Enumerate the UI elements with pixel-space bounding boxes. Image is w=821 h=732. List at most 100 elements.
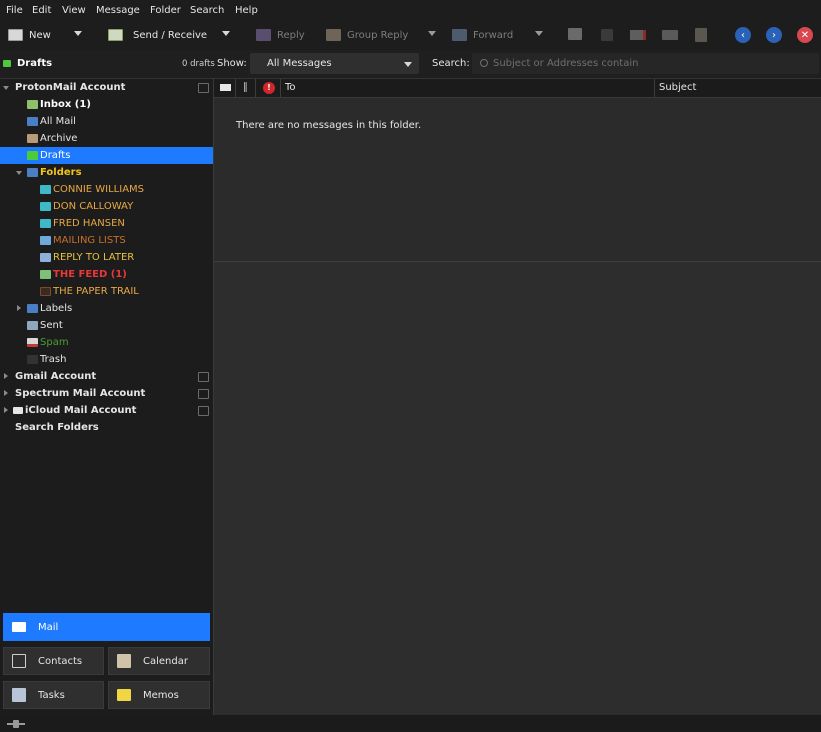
collapse-icon[interactable]: [3, 86, 9, 90]
expand-icon[interactable]: [4, 407, 8, 413]
folder-the-paper-trail[interactable]: THE PAPER TRAIL: [0, 283, 213, 300]
folder-labels[interactable]: Labels: [0, 300, 213, 317]
archive-icon: [27, 134, 38, 143]
account-protonmail[interactable]: ProtonMail Account: [0, 79, 213, 96]
nav-contacts-button[interactable]: Contacts: [3, 647, 104, 675]
folder-label: THE FEED (1): [53, 269, 127, 280]
menu-file[interactable]: File: [6, 5, 23, 16]
nav-calendar-button[interactable]: Calendar: [108, 647, 210, 675]
folder-all-mail[interactable]: All Mail: [0, 113, 213, 130]
empty-folder-message: There are no messages in this folder.: [236, 120, 422, 131]
new-dropdown-icon[interactable]: [74, 31, 82, 36]
account-gmail[interactable]: Gmail Account: [0, 368, 213, 385]
send-receive-label: Send / Receive: [133, 29, 208, 41]
send-receive-icon: [108, 29, 123, 41]
menu-folder[interactable]: Folder: [150, 5, 181, 16]
delete-icon[interactable]: [601, 29, 613, 41]
inbox-icon: [27, 100, 38, 109]
folder-trash[interactable]: Trash: [0, 351, 213, 368]
account-spectrum[interactable]: Spectrum Mail Account: [0, 385, 213, 402]
sent-icon: [27, 321, 38, 330]
menu-message[interactable]: Message: [96, 5, 140, 16]
collapse-icon[interactable]: [16, 171, 22, 175]
send-receive-dropdown-icon[interactable]: [222, 31, 230, 36]
print-icon[interactable]: [568, 28, 582, 40]
show-filter-select[interactable]: All Messages: [250, 53, 419, 74]
folder-the-feed[interactable]: THE FEED (1): [0, 266, 213, 283]
attachment-column-icon[interactable]: ∥: [243, 82, 248, 93]
forward-button[interactable]: Forward: [452, 22, 513, 48]
preview-pane[interactable]: [214, 261, 821, 716]
expand-icon[interactable]: [17, 305, 21, 311]
column-divider: [280, 79, 281, 97]
search-input[interactable]: Subject or Addresses contain: [472, 53, 819, 74]
folder-icon: [27, 168, 38, 177]
expand-icon[interactable]: [4, 390, 8, 396]
folder-drafts[interactable]: Drafts: [0, 147, 213, 164]
folder-fred-hansen[interactable]: FRED HANSEN: [0, 215, 213, 232]
drafts-icon: [3, 60, 11, 67]
account-label: ProtonMail Account: [15, 82, 126, 93]
trash-icon: [27, 355, 38, 364]
read-status-column-icon[interactable]: [220, 84, 231, 91]
account-status-icon: [198, 406, 209, 416]
junk-icon[interactable]: [630, 30, 646, 40]
reply-label: Reply: [277, 29, 305, 41]
forward-dropdown-icon[interactable]: [535, 31, 543, 36]
menubar: File Edit View Message Folder Search Hel…: [0, 0, 821, 22]
connection-plug-icon: [13, 720, 19, 728]
expand-icon[interactable]: [4, 373, 8, 379]
group-reply-button[interactable]: Group Reply: [326, 22, 408, 48]
account-label: Gmail Account: [15, 371, 97, 382]
nav-tasks-button[interactable]: Tasks: [3, 681, 104, 709]
contact-folder-icon: [40, 219, 51, 228]
new-button[interactable]: New: [8, 22, 51, 48]
account-label: Spectrum Mail Account: [15, 388, 146, 399]
folder-label: Drafts: [40, 150, 71, 161]
folder-reply-to-later[interactable]: REPLY TO LATER: [0, 249, 213, 266]
nav-mail-button[interactable]: Mail: [3, 613, 210, 641]
forward-label: Forward: [473, 29, 514, 41]
folder-spam[interactable]: Spam: [0, 334, 213, 351]
folder-sent[interactable]: Sent: [0, 317, 213, 334]
column-subject[interactable]: Subject: [659, 82, 696, 93]
drafts-icon: [27, 151, 38, 160]
forward-nav-icon[interactable]: ›: [766, 27, 782, 43]
account-label: iCloud Mail Account: [25, 405, 137, 416]
cancel-icon[interactable]: [695, 28, 707, 42]
stop-icon[interactable]: ✕: [797, 27, 813, 43]
folder-mailing-lists[interactable]: MAILING LISTS: [0, 232, 213, 249]
folder-archive[interactable]: Archive: [0, 130, 213, 147]
nav-label: Contacts: [38, 655, 83, 667]
back-icon[interactable]: ‹: [735, 27, 751, 43]
importance-column-icon[interactable]: !: [263, 82, 275, 94]
chevron-down-icon: [404, 62, 412, 67]
folder-inbox[interactable]: Inbox (1): [0, 96, 213, 113]
folder-label: Labels: [40, 303, 73, 314]
group-reply-dropdown-icon[interactable]: [428, 31, 436, 36]
nav-memos-button[interactable]: Memos: [108, 681, 210, 709]
folder-connie-williams[interactable]: CONNIE WILLIAMS: [0, 181, 213, 198]
send-receive-button[interactable]: Send / Receive: [108, 22, 207, 48]
account-icloud[interactable]: iCloud Mail Account: [0, 402, 213, 419]
tasks-icon: [12, 688, 26, 702]
mail-icon: [12, 622, 26, 632]
message-list[interactable]: There are no messages in this folder.: [214, 98, 821, 260]
menu-search[interactable]: Search: [190, 5, 224, 16]
nav-label: Memos: [143, 689, 179, 701]
menu-help[interactable]: Help: [235, 5, 258, 16]
contact-folder-icon: [40, 185, 51, 194]
folder-don-calloway[interactable]: DON CALLOWAY: [0, 198, 213, 215]
folder-folders[interactable]: Folders: [0, 164, 213, 181]
reply-button[interactable]: Reply: [256, 22, 305, 48]
menu-view[interactable]: View: [62, 5, 86, 16]
not-junk-icon[interactable]: [662, 30, 678, 40]
search-folders[interactable]: Search Folders: [0, 419, 213, 436]
message-list-header: ∥ ! To Subject: [214, 79, 821, 98]
mailing-list-icon: [40, 236, 51, 245]
status-bar: [0, 715, 821, 732]
paper-trail-icon: [40, 287, 51, 296]
folder-label: All Mail: [40, 116, 76, 127]
column-to[interactable]: To: [285, 82, 296, 93]
menu-edit[interactable]: Edit: [32, 5, 51, 16]
